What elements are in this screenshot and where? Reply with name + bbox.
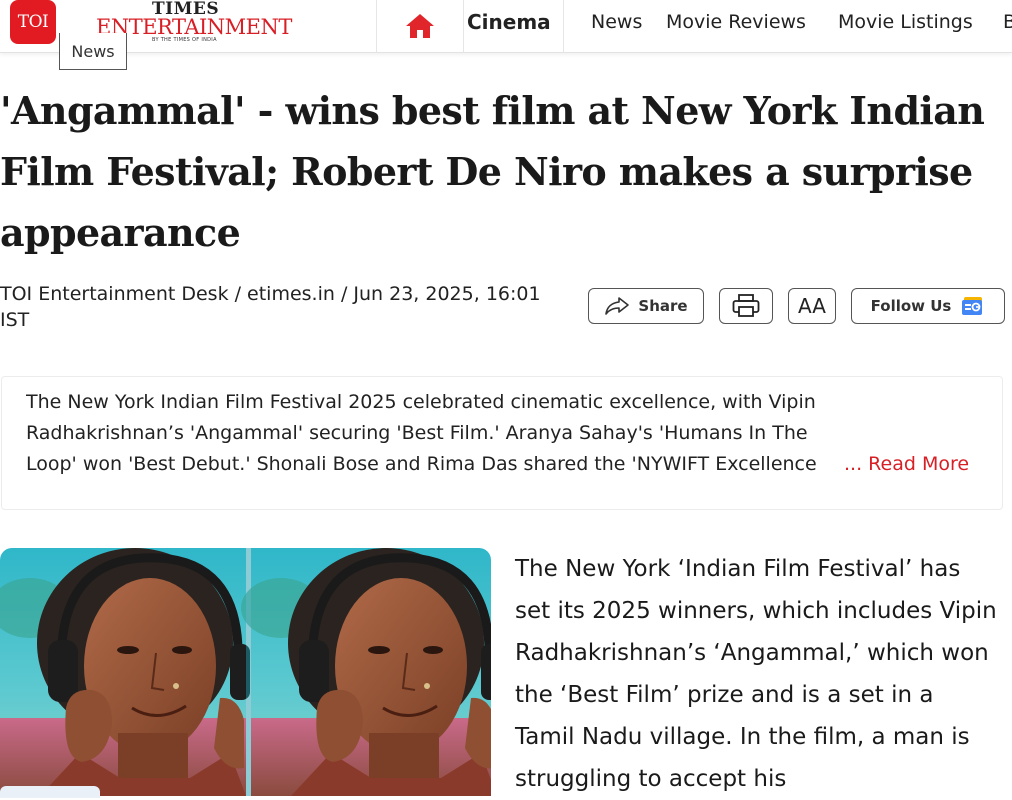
print-button[interactable] — [719, 288, 773, 324]
follow-us-button[interactable]: Follow Us — [851, 288, 1005, 324]
toi-logo[interactable]: TOI — [10, 0, 56, 44]
article-body: The New York ‘Indian Film Festival’ has … — [515, 556, 997, 792]
site-header: TOI TIMES ENTERTAINMENT BY THE TIMES OF … — [0, 0, 1012, 53]
home-icon — [406, 14, 434, 38]
share-icon — [605, 297, 630, 315]
nav-divider — [563, 0, 564, 52]
follow-label: Follow Us — [870, 297, 952, 315]
share-label: Share — [638, 297, 688, 315]
article-summary-box: The New York Indian Film Festival 2025 c… — [1, 376, 1003, 510]
nav-next-item[interactable]: B — [1003, 11, 1012, 33]
font-size-button[interactable]: AA — [788, 288, 836, 324]
google-news-icon — [962, 297, 983, 315]
read-more-link[interactable]: ... Read More — [842, 449, 970, 480]
printer-icon — [732, 294, 760, 317]
share-button[interactable]: Share — [588, 288, 704, 324]
article-hero-image[interactable] — [0, 548, 491, 796]
article-summary: The New York Indian Film Festival 2025 c… — [26, 391, 817, 475]
article-title: 'Angammal' - wins best film at New York … — [0, 88, 985, 255]
nav-movie-listings[interactable]: Movie Listings — [838, 11, 973, 33]
article-byline: TOI Entertainment Desk / etimes.in / Jun… — [0, 283, 541, 331]
nav-cinema[interactable]: Cinema — [467, 10, 551, 34]
section-tab-news[interactable]: News — [59, 33, 127, 70]
home-button[interactable] — [377, 0, 463, 52]
nav-divider — [463, 0, 464, 52]
image-caption-tab — [0, 786, 100, 798]
nav-news[interactable]: News — [591, 11, 642, 33]
nav-movie-reviews[interactable]: Movie Reviews — [666, 11, 806, 33]
logo-tagline: BY THE TIMES OF INDIA — [152, 37, 217, 43]
